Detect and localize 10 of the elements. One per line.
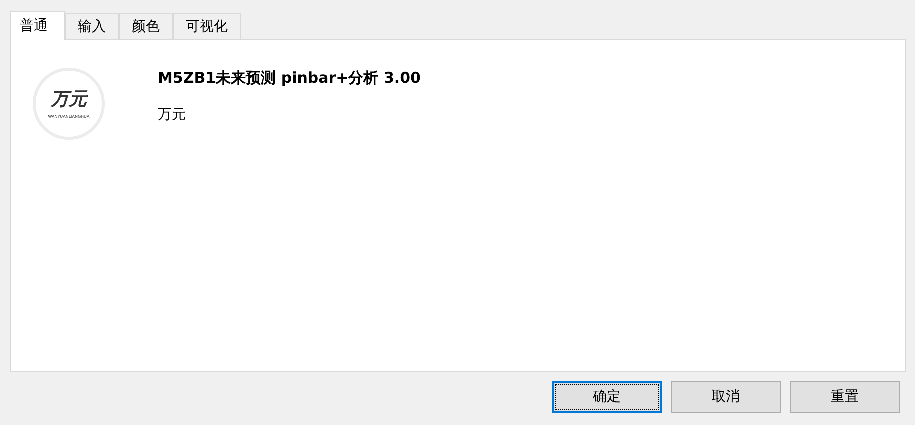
dialog-button[interactable]: 取消 (671, 381, 781, 413)
tab[interactable]: 输入 (65, 13, 119, 39)
logo-title: 万元 (51, 90, 87, 110)
author-name: 万元 (158, 106, 187, 124)
tab[interactable]: 普通 (10, 11, 65, 40)
tab[interactable]: 颜色 (119, 13, 173, 39)
indicator-name: M5ZB1未来预测 pinbar+分析 3.00 (158, 69, 421, 88)
tab[interactable]: 可视化 (173, 13, 241, 39)
dialog-button[interactable]: 确定 (552, 381, 662, 413)
dialog-button[interactable]: 重置 (790, 381, 900, 413)
